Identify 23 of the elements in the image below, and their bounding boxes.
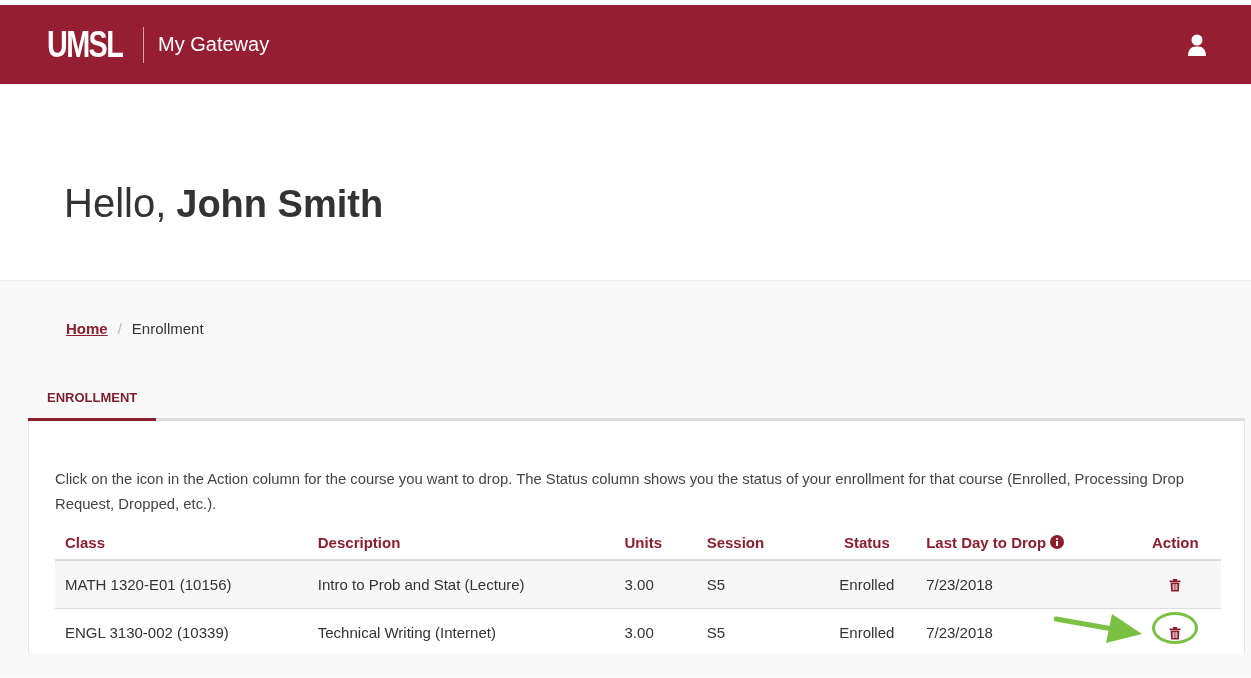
table-cell: S5 xyxy=(696,608,818,653)
instructions-text: Click on the icon in the Action column for the course you want to drop. The Status column shows you the status of your enrollment for that course (Enrolled, Processing Drop Request, Dropped, etc.). xyxy=(55,470,1185,514)
table-cell: Intro to Prob and Stat (Lecture) xyxy=(307,560,615,609)
table-cell: 7/23/2018 xyxy=(916,560,1130,609)
table-cell: ENGL 3130-002 (10339) xyxy=(55,608,308,653)
table-cell: Enrolled xyxy=(817,608,917,653)
breadcrumb-separator: / xyxy=(117,319,122,337)
table-cell: 3.00 xyxy=(614,560,697,609)
greeting-text: Hello, xyxy=(64,181,167,225)
user-name: John Smith xyxy=(176,183,384,225)
table-cell: MATH 1320-E01 (10156) xyxy=(55,560,308,609)
table-cell: S5 xyxy=(696,560,818,609)
table-cell: Technical Writing (Internet) xyxy=(307,608,615,653)
table-cell: Enrolled xyxy=(817,560,917,609)
table-cell: 3.00 xyxy=(614,608,697,653)
user-icon[interactable] xyxy=(1187,33,1207,56)
breadcrumb-link[interactable]: Home xyxy=(66,319,108,337)
trash-icon[interactable] xyxy=(1169,626,1182,640)
info-icon[interactable] xyxy=(1050,535,1065,549)
logo[interactable]: UMSL xyxy=(47,23,123,66)
trash-icon[interactable] xyxy=(1169,578,1182,592)
breadcrumb-current: Enrollment xyxy=(131,319,204,337)
app-title: My Gateway xyxy=(158,33,270,56)
